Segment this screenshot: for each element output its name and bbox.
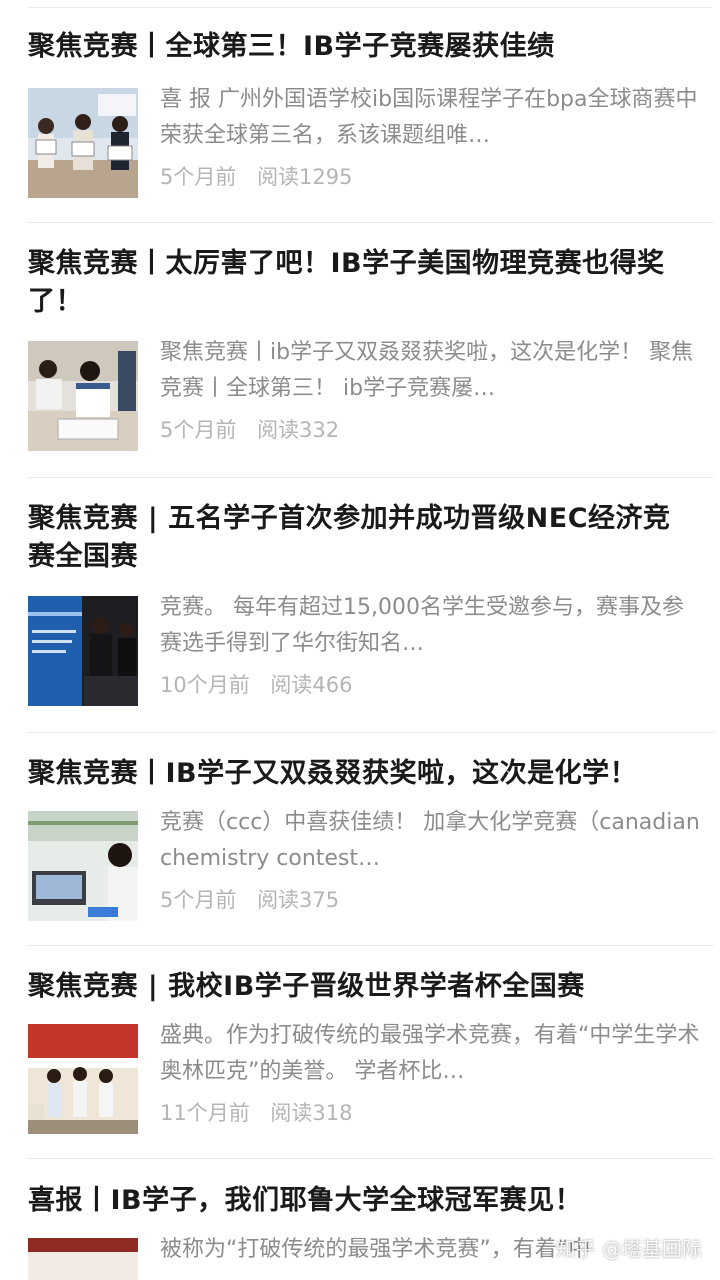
article-thumbnail[interactable] [28,596,138,706]
article-thumbnail[interactable] [28,1238,138,1280]
article-read-count: 阅读375 [257,888,340,912]
article-item[interactable]: 聚焦竞赛丨全球第三！IB学子竞赛屡获佳绩 喜 报 广州外国语学校ib国际课程学子… [28,28,714,223]
article-title[interactable]: 聚焦竞赛丨IB学子又双叒叕获奖啦，这次是化学！ [28,755,688,793]
article-thumbnail[interactable] [28,341,138,451]
article-read-count: 阅读332 [257,418,340,442]
article-summary: 聚焦竞赛丨ib学子又双叒叕获奖啦，这次是化学！ 聚焦竞赛丨全球第三！ ib学子竞… [160,340,694,401]
article-item[interactable]: 喜报丨IB学子，我们耶鲁大学全球冠军赛见！ 被称为“打破传统的最强学术竞赛”，有… [28,1182,714,1280]
article-thumbnail[interactable] [28,811,138,921]
article-summary: 竞赛（ccc）中喜获佳绩！ 加拿大化学竞赛（canadian chemistry… [160,810,700,871]
article-title[interactable]: 聚焦竞赛丨太厉害了吧！IB学子美国物理竞赛也得奖了！ [28,245,688,321]
article-meta: 5个月前 阅读332 [160,415,339,445]
article-meta: 5个月前 阅读1295 [160,162,353,192]
zhihu-watermark: 知乎 @塔基国际 [555,1237,702,1261]
article-time: 10个月前 [160,673,250,697]
article-meta: 10个月前 阅读466 [160,670,353,700]
article-read-count: 阅读318 [270,1101,353,1125]
article-item[interactable]: 聚焦竞赛丨IB学子又双叒叕获奖啦，这次是化学！ 竞赛（ccc）中喜获佳绩！ 加拿… [28,755,714,946]
article-summary: 盛典。作为打破传统的最强学术竞赛，有着“中学生学术奥林匹克”的美誉。 学者杯比… [160,1023,700,1084]
article-time: 5个月前 [160,165,237,189]
article-title[interactable]: 喜报丨IB学子，我们耶鲁大学全球冠军赛见！ [28,1182,688,1220]
article-meta: 11个月前 阅读318 [160,1098,353,1128]
article-thumbnail[interactable] [28,1024,138,1134]
article-item[interactable]: 聚焦竞赛丨太厉害了吧！IB学子美国物理竞赛也得奖了！ 聚焦竞赛丨ib学子又双叒叕… [28,245,714,478]
article-feed: 聚焦竞赛丨全球第三！IB学子竞赛屡获佳绩 喜 报 广州外国语学校ib国际课程学子… [0,0,720,1280]
article-summary: 竞赛。 每年有超过15,000名学生受邀参与，赛事及参赛选手得到了华尔街知名… [160,595,684,656]
top-divider [28,7,712,8]
article-meta: 5个月前 阅读375 [160,885,339,915]
article-thumbnail[interactable] [28,88,138,198]
article-time: 5个月前 [160,888,237,912]
article-read-count: 阅读1295 [257,165,353,189]
article-summary: 喜 报 广州外国语学校ib国际课程学子在bpa全球商赛中荣获全球第三名，系该课题… [160,87,698,148]
article-title[interactable]: 聚焦竞赛 | 五名学子首次参加并成功晋级NEC经济竞赛全国赛 [28,500,688,576]
article-time: 11个月前 [160,1101,250,1125]
article-title[interactable]: 聚焦竞赛 | 我校IB学子晋级世界学者杯全国赛 [28,968,688,1006]
article-read-count: 阅读466 [270,673,353,697]
article-time: 5个月前 [160,418,237,442]
article-item[interactable]: 聚焦竞赛 | 我校IB学子晋级世界学者杯全国赛 盛典。作为打破传统的最强学术竞赛… [28,968,714,1159]
article-title[interactable]: 聚焦竞赛丨全球第三！IB学子竞赛屡获佳绩 [28,28,688,66]
article-item[interactable]: 聚焦竞赛 | 五名学子首次参加并成功晋级NEC经济竞赛全国赛 竞赛。 每年有超过… [28,500,714,733]
